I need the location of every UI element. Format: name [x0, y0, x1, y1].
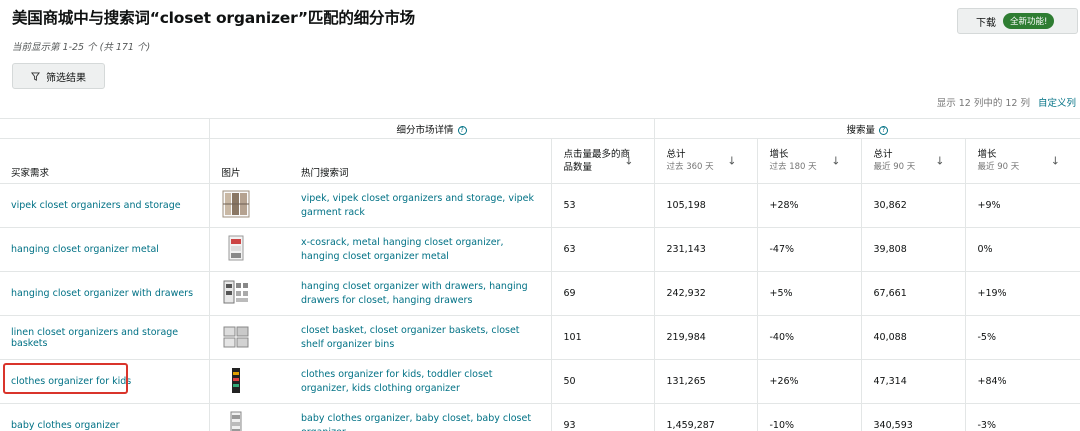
group-header-search-volume: 搜索量?	[653, 118, 1080, 139]
product-thumbnail	[230, 411, 241, 431]
total-360: 131,265	[653, 359, 757, 404]
keywords-link[interactable]: x-cosrack, metal hanging closet organize…	[289, 227, 551, 272]
column-header-growth-180[interactable]: 增长 过去 180 天 ↓	[756, 138, 861, 184]
table-row: hanging closet organizer with drawers ha…	[0, 271, 1080, 316]
table-row: baby clothes organizer baby clothes orga…	[0, 403, 1080, 431]
clicked-count: 101	[550, 315, 654, 360]
growth-180: -40%	[756, 315, 861, 360]
column-header-need: 买家需求	[0, 138, 209, 184]
column-header-clicked-products[interactable]: 点击量最多的商品数量 ↓	[550, 138, 654, 184]
product-thumbnail	[223, 280, 248, 304]
clicked-count: 93	[550, 403, 654, 431]
growth-90: +9%	[964, 183, 1080, 228]
table-row: hanging closet organizer metal x-cosrack…	[0, 227, 1080, 272]
sort-arrow-icon[interactable]: ↓	[831, 155, 840, 168]
product-thumbnail	[222, 190, 249, 218]
growth-180: +26%	[756, 359, 861, 404]
info-icon[interactable]: ?	[457, 125, 467, 135]
sort-arrow-icon[interactable]: ↓	[624, 155, 633, 168]
keywords-link[interactable]: closet basket, closet organizer baskets,…	[289, 315, 551, 360]
column-header-growth-90[interactable]: 增长 最近 90 天 ↓	[964, 138, 1080, 184]
buyer-need-link[interactable]: hanging closet organizer with drawers	[11, 288, 193, 299]
info-icon[interactable]: ?	[879, 125, 889, 135]
growth-180: -10%	[756, 403, 861, 431]
growth-90: 0%	[964, 227, 1080, 272]
growth-180: +28%	[756, 183, 861, 228]
total-90: 340,593	[860, 403, 965, 431]
buyer-need-link[interactable]: clothes organizer for kids	[11, 376, 131, 387]
table-row: linen closet organizers and storage bask…	[0, 315, 1080, 360]
column-count-info: 显示 12 列中的 12 列	[936, 98, 1030, 109]
filter-results-button[interactable]: 筛选结果	[12, 63, 105, 89]
keywords-link[interactable]: baby clothes organizer, baby closet, bab…	[289, 403, 551, 431]
buyer-need-link[interactable]: hanging closet organizer metal	[11, 244, 159, 255]
buyer-need-link[interactable]: vipek closet organizers and storage	[11, 200, 181, 211]
sort-arrow-icon[interactable]: ↓	[1051, 155, 1060, 168]
sort-arrow-icon[interactable]: ↓	[935, 155, 944, 168]
keywords-link[interactable]: hanging closet organizer with drawers, h…	[289, 271, 551, 316]
column-header-total-90[interactable]: 总计 最近 90 天 ↓	[860, 138, 965, 184]
sort-arrow-icon[interactable]: ↓	[727, 155, 736, 168]
total-360: 231,143	[653, 227, 757, 272]
download-button[interactable]: 下载 全新功能!	[957, 8, 1078, 34]
growth-90: -5%	[964, 315, 1080, 360]
table-row: vipek closet organizers and storage vipe…	[0, 183, 1080, 228]
total-90: 40,088	[860, 315, 965, 360]
product-thumbnail	[228, 235, 243, 261]
keywords-link[interactable]: clothes organizer for kids, toddler clos…	[289, 359, 551, 404]
total-90: 30,862	[860, 183, 965, 228]
column-header-image: 图片	[208, 138, 289, 184]
new-feature-badge: 全新功能!	[1003, 13, 1055, 29]
clicked-count: 63	[550, 227, 654, 272]
clicked-count: 53	[550, 183, 654, 228]
total-90: 67,661	[860, 271, 965, 316]
column-header-total-360[interactable]: 总计 过去 360 天 ↓	[653, 138, 757, 184]
group-header-niche-details: 细分市场详情?	[208, 118, 654, 139]
total-360: 105,198	[653, 183, 757, 228]
clicked-count: 69	[550, 271, 654, 316]
filter-icon	[31, 71, 40, 81]
buyer-need-link[interactable]: baby clothes organizer	[11, 420, 120, 431]
keywords-link[interactable]: vipek, vipek closet organizers and stora…	[289, 183, 551, 228]
group-header-empty	[0, 118, 209, 139]
growth-180: -47%	[756, 227, 861, 272]
table-row: clothes organizer for kids clothes organ…	[0, 359, 1080, 404]
customize-columns-link[interactable]: 自定义列	[1038, 95, 1076, 109]
clicked-count: 50	[550, 359, 654, 404]
total-90: 39,808	[860, 227, 965, 272]
product-thumbnail	[231, 368, 240, 393]
total-360: 219,984	[653, 315, 757, 360]
niche-table: 细分市场详情? 搜索量? 买家需求 图片 热门搜索词 点击量最多的商品数量 ↓ 总…	[0, 118, 1080, 431]
product-thumbnail	[223, 326, 248, 348]
growth-90: +84%	[964, 359, 1080, 404]
filter-label: 筛选结果	[46, 72, 86, 84]
download-label: 下载	[976, 17, 996, 29]
total-360: 242,932	[653, 271, 757, 316]
result-count: 当前显示第 1-25 个 (共 171 个)	[12, 42, 151, 53]
growth-90: +19%	[964, 271, 1080, 316]
growth-90: -3%	[964, 403, 1080, 431]
column-header-keywords: 热门搜索词	[289, 138, 551, 184]
total-90: 47,314	[860, 359, 965, 404]
growth-180: +5%	[756, 271, 861, 316]
total-360: 1,459,287	[653, 403, 757, 431]
page-title: 美国商城中与搜索词“closet organizer”匹配的细分市场	[12, 9, 415, 27]
buyer-need-link[interactable]: linen closet organizers and storage bask…	[11, 327, 178, 349]
